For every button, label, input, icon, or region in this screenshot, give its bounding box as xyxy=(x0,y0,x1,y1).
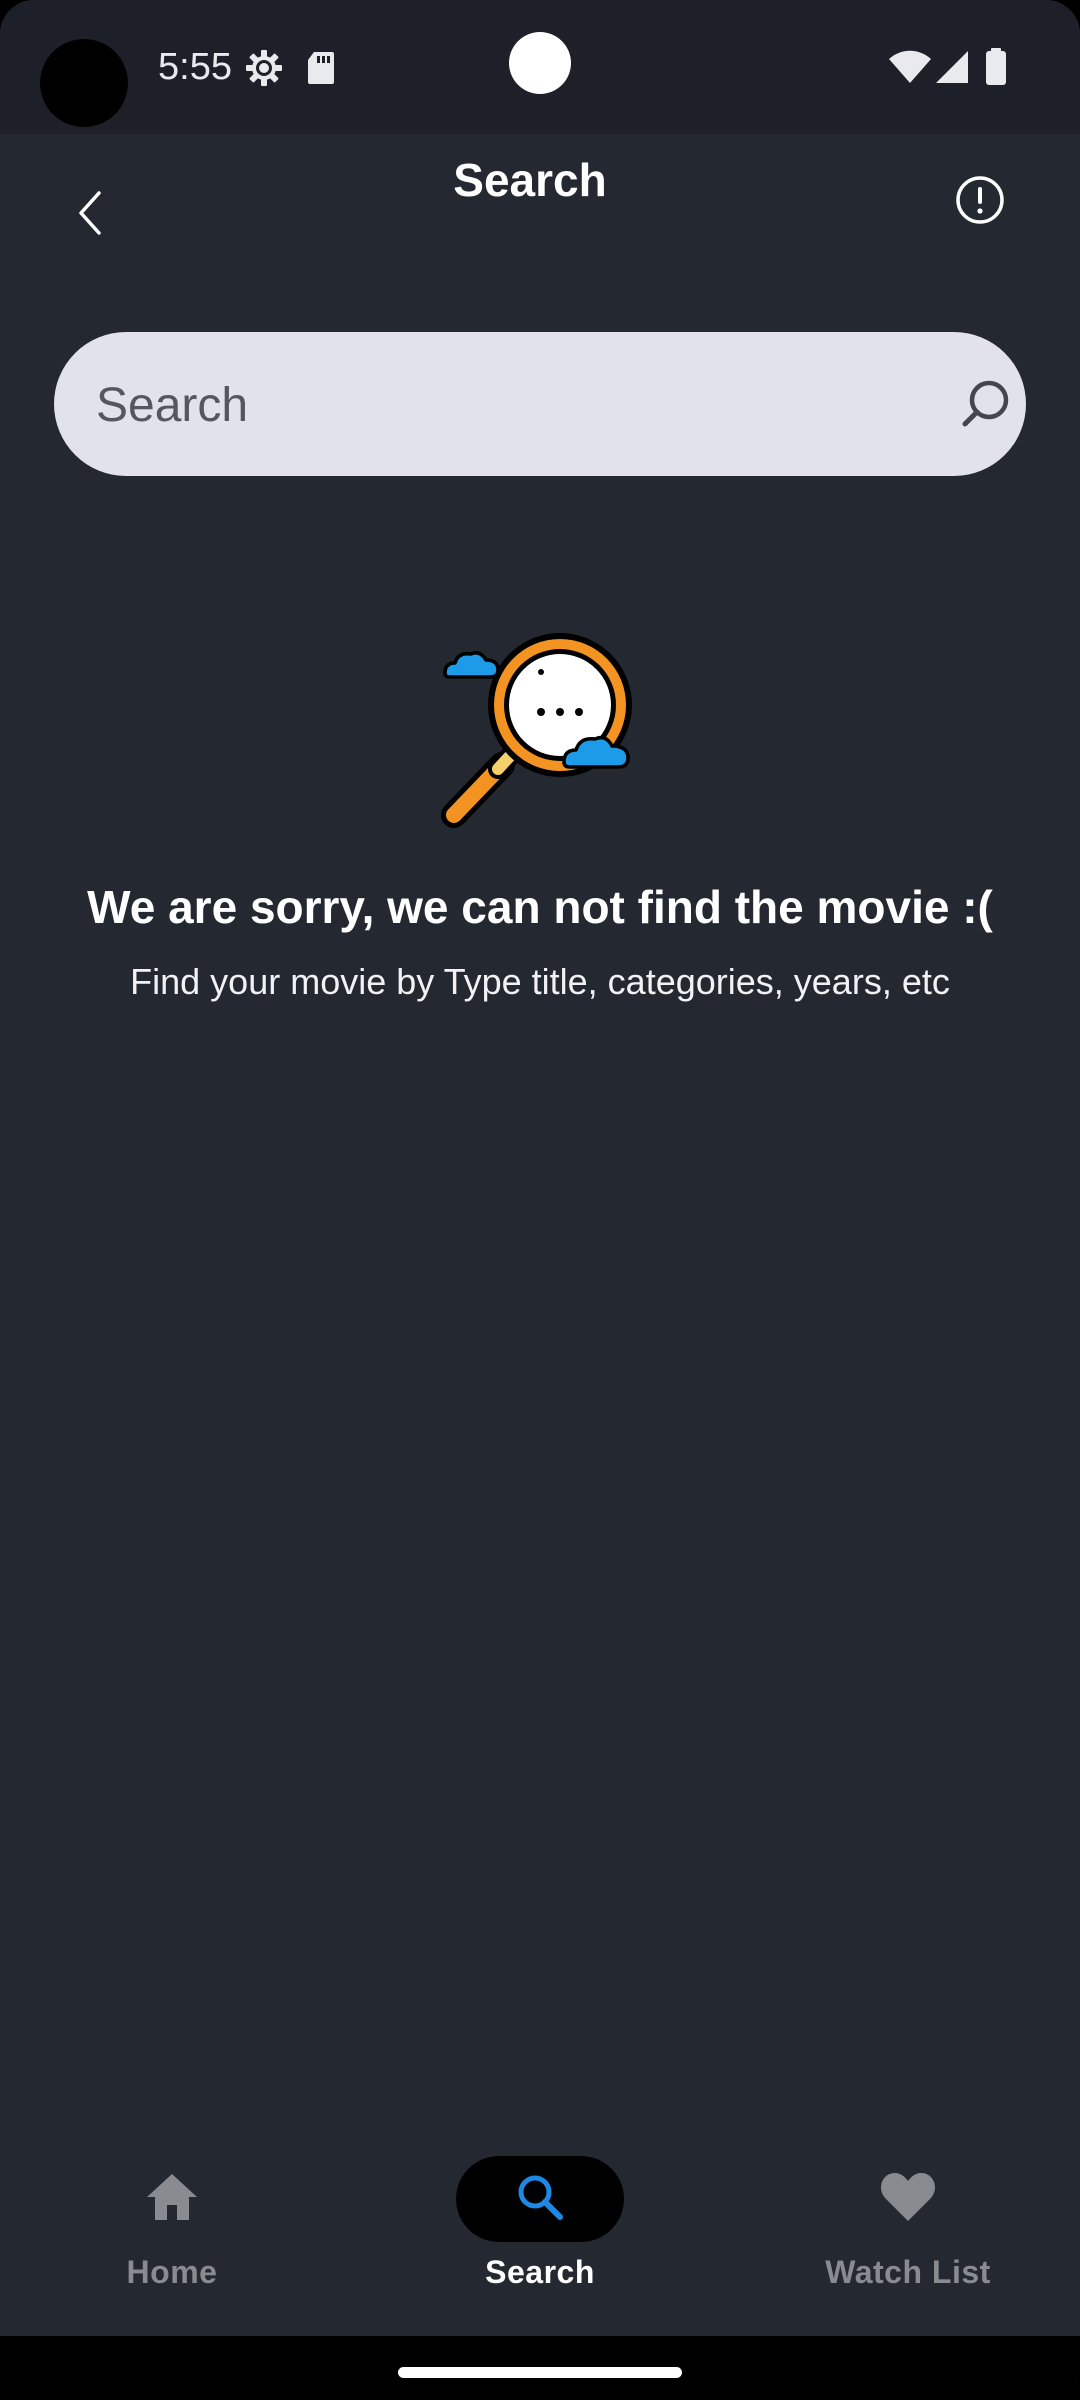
camera-cutout xyxy=(40,39,128,127)
empty-state-title: We are sorry, we can not find the movie … xyxy=(87,881,993,933)
gesture-navigation-bar xyxy=(0,2336,1080,2400)
empty-state-subtitle: Find your movie by Type title, categorie… xyxy=(130,961,950,1002)
nav-item-search-label: Search xyxy=(485,2254,595,2290)
battery-icon xyxy=(985,48,1007,91)
search-field[interactable] xyxy=(54,332,1026,478)
info-button[interactable] xyxy=(950,172,1010,232)
cellular-signal-icon xyxy=(934,50,970,89)
search-icon[interactable] xyxy=(960,378,1012,430)
wifi-icon xyxy=(888,50,932,89)
search-icon xyxy=(515,2172,565,2227)
nav-item-watch-list-label: Watch List xyxy=(825,2254,991,2290)
heart-icon xyxy=(880,2171,936,2228)
info-circle-icon xyxy=(954,174,1006,231)
status-time: 5:55 xyxy=(158,46,232,88)
nav-item-watch-list[interactable]: Watch List xyxy=(758,2100,1058,2336)
search-input[interactable] xyxy=(94,332,918,478)
status-bar: 5:55 xyxy=(0,0,1080,134)
home-icon xyxy=(144,2171,200,2228)
magnifying-glass-with-clouds-icon xyxy=(438,630,644,840)
page-title: Search xyxy=(453,154,607,206)
nav-item-search-indicator xyxy=(456,2156,624,2242)
nav-item-watch-list-indicator xyxy=(824,2156,992,2242)
nav-item-search[interactable]: Search xyxy=(390,2100,690,2336)
nav-item-home-label: Home xyxy=(126,2254,218,2290)
search-screen: 5:55 Search Search We are sorry, we can … xyxy=(0,0,1080,2400)
nav-item-home[interactable]: Home xyxy=(22,2100,322,2336)
sd-card-icon xyxy=(306,50,336,91)
front-camera-punch-hole xyxy=(509,32,571,94)
home-gesture-handle[interactable] xyxy=(398,2367,682,2378)
nav-item-home-indicator xyxy=(88,2156,256,2242)
settings-gear-icon xyxy=(244,48,284,93)
bottom-navigation: Home Search Watch List xyxy=(0,2100,1080,2336)
